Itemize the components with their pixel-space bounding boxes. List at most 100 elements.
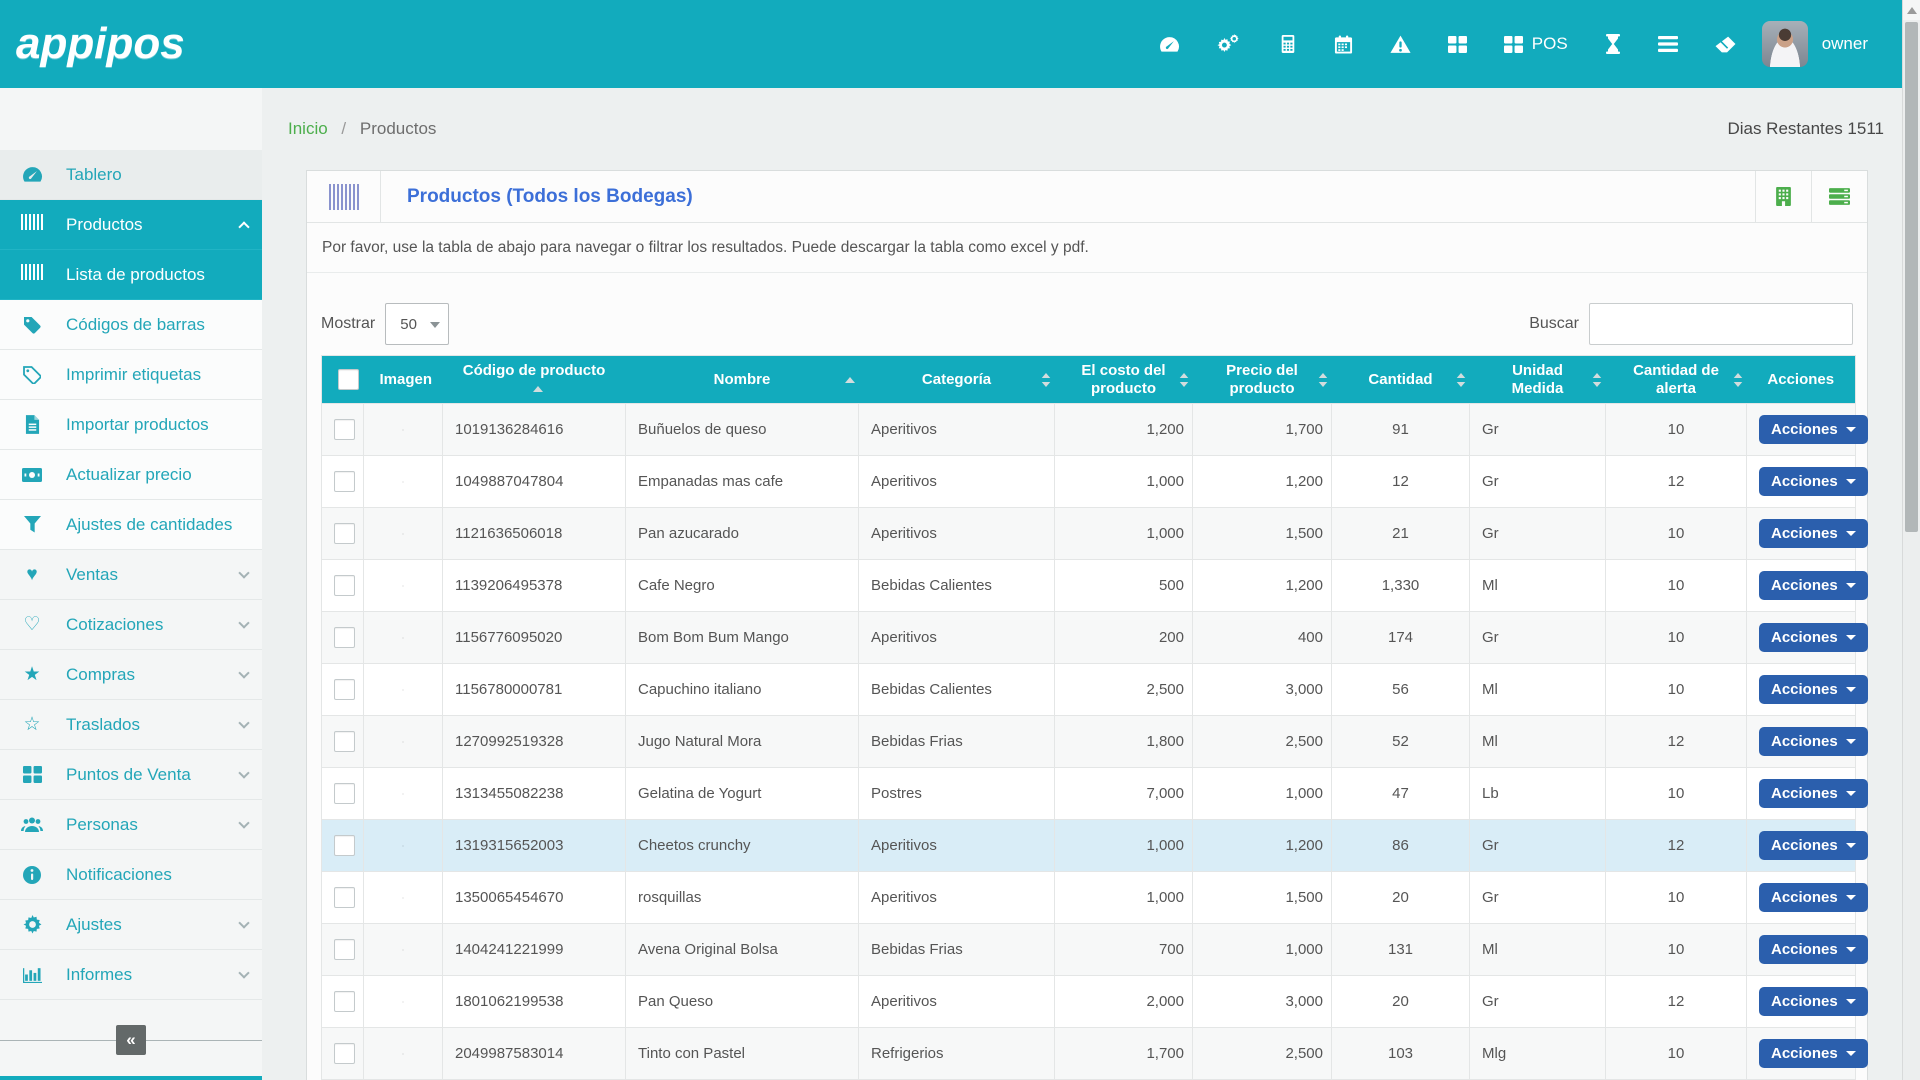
actions-button[interactable]: Acciones: [1759, 519, 1868, 548]
sidebar-item-ajustes[interactable]: Ajustes: [0, 900, 262, 950]
sidebar-icon-box: [18, 966, 46, 983]
nav-pos-grid-button[interactable]: POS: [1504, 34, 1568, 54]
row-checkbox[interactable]: [334, 471, 355, 492]
table-cell: Acciones: [1747, 612, 1856, 664]
col-header-unidad-medida[interactable]: Unidad Medida: [1470, 356, 1606, 404]
sidebar-icon-box: ♡: [18, 615, 46, 635]
product-category: Aperitivos: [859, 456, 1055, 508]
breadcrumb-home-link[interactable]: Inicio: [288, 119, 328, 138]
row-checkbox[interactable]: [334, 627, 355, 648]
sidebar-item-importar-productos[interactable]: Importar productos: [0, 400, 262, 450]
table-cell: Acciones: [1747, 404, 1856, 456]
sidebar-item-tablero[interactable]: Tablero: [0, 150, 262, 200]
actions-button[interactable]: Acciones: [1759, 831, 1868, 860]
actions-button[interactable]: Acciones: [1759, 623, 1868, 652]
product-name: Bom Bom Bum Mango: [626, 612, 859, 664]
product-cost: 1,800: [1055, 716, 1193, 768]
actions-button[interactable]: Acciones: [1759, 987, 1868, 1016]
actions-button[interactable]: Acciones: [1759, 415, 1868, 444]
sort-asc-icon: [533, 386, 543, 392]
chevron-down-icon: [1846, 999, 1856, 1004]
row-checkbox[interactable]: [334, 575, 355, 596]
nav-cogs-button[interactable]: [1217, 34, 1242, 55]
warning-icon: [1390, 35, 1411, 54]
col-header-categoria[interactable]: Categoría: [859, 356, 1055, 404]
nav-hourglass-button[interactable]: [1605, 34, 1621, 54]
barcode-icon: [21, 264, 43, 285]
sidebar-item-imprimir-etiquetas[interactable]: Imprimir etiquetas: [0, 350, 262, 400]
sidebar-item-compras[interactable]: ★Compras: [0, 650, 262, 700]
row-checkbox[interactable]: [334, 939, 355, 960]
col-header-el-costo-del-producto[interactable]: El costo del producto: [1055, 356, 1193, 404]
nav-list-button[interactable]: [1658, 36, 1678, 52]
table-cell: [364, 664, 443, 716]
product-category: Bebidas Calientes: [859, 664, 1055, 716]
nav-calendar-button[interactable]: [1334, 34, 1353, 54]
rows-button[interactable]: [1811, 171, 1867, 222]
nav-eraser-button[interactable]: [1715, 36, 1736, 53]
row-checkbox[interactable]: [334, 991, 355, 1012]
row-checkbox[interactable]: [334, 887, 355, 908]
nav-calculator-button[interactable]: [1279, 34, 1297, 54]
row-checkbox[interactable]: [334, 523, 355, 544]
sidebar-item-label: Productos: [66, 215, 240, 235]
col-header-cantidad-de-alerta[interactable]: Cantidad de alerta: [1606, 356, 1747, 404]
product-quantity: 52: [1332, 716, 1470, 768]
col-header-cantidad[interactable]: Cantidad: [1332, 356, 1470, 404]
sidebar-item-ventas[interactable]: ♥Ventas: [0, 550, 262, 600]
building-button[interactable]: [1755, 171, 1811, 222]
nav-warning-button[interactable]: [1390, 35, 1411, 54]
nav-dashboard-button[interactable]: [1159, 35, 1180, 54]
sidebar-item-cotizaciones[interactable]: ♡Cotizaciones: [0, 600, 262, 650]
col-header-precio-del-producto[interactable]: Precio del producto: [1193, 356, 1332, 404]
sidebar-item-traslados[interactable]: ☆Traslados: [0, 700, 262, 750]
breadcrumb-separator: /: [341, 119, 346, 138]
sidebar-item-puntos-de-venta[interactable]: Puntos de Venta: [0, 750, 262, 800]
col-header-codigo-de-producto[interactable]: Código de producto: [443, 356, 626, 404]
actions-button[interactable]: Acciones: [1759, 571, 1868, 600]
actions-button[interactable]: Acciones: [1759, 675, 1868, 704]
table-cell: [364, 560, 443, 612]
sidebar-item-label: Lista de productos: [66, 265, 248, 285]
col-header-nombre[interactable]: Nombre: [626, 356, 859, 404]
sidebar-item-ajustes-de-cantidades[interactable]: Ajustes de cantidades: [0, 500, 262, 550]
sidebar-item-personas[interactable]: Personas: [0, 800, 262, 850]
actions-button[interactable]: Acciones: [1759, 467, 1868, 496]
table-row: 1270992519328Jugo Natural MoraBebidas Fr…: [322, 716, 1856, 768]
building-icon: [1776, 187, 1791, 206]
col-header-acciones[interactable]: Acciones: [1747, 356, 1856, 404]
actions-button[interactable]: Acciones: [1759, 1039, 1868, 1068]
row-checkbox[interactable]: [334, 1043, 355, 1064]
product-alert-qty: 10: [1606, 924, 1747, 976]
row-checkbox[interactable]: [334, 679, 355, 700]
scrollbar-thumb[interactable]: [1905, 22, 1918, 532]
page-size-select[interactable]: 50: [385, 303, 449, 345]
table-cell: Acciones: [1747, 924, 1856, 976]
nav-grid-button[interactable]: [1448, 36, 1467, 53]
col-header-imagen[interactable]: Imagen: [364, 356, 443, 404]
actions-button[interactable]: Acciones: [1759, 883, 1868, 912]
row-checkbox[interactable]: [334, 731, 355, 752]
row-checkbox[interactable]: [334, 419, 355, 440]
sidebar-item-productos[interactable]: Productos: [0, 200, 262, 250]
actions-button[interactable]: Acciones: [1759, 727, 1868, 756]
scrollbar-up-arrow[interactable]: [1903, 0, 1920, 20]
select-all-checkbox[interactable]: [338, 369, 359, 390]
actions-button[interactable]: Acciones: [1759, 935, 1868, 964]
product-quantity: 86: [1332, 820, 1470, 872]
search-input[interactable]: [1589, 303, 1853, 345]
sidebar-item-codigos-de-barras[interactable]: Códigos de barras: [0, 300, 262, 350]
user-avatar[interactable]: [1762, 21, 1808, 67]
product-price: 1,200: [1193, 820, 1332, 872]
sidebar-collapse-button[interactable]: «: [116, 1025, 146, 1055]
sidebar-item-notificaciones[interactable]: Notificaciones: [0, 850, 262, 900]
sidebar-item-actualizar-precio[interactable]: Actualizar precio: [0, 450, 262, 500]
sidebar-item-informes[interactable]: Informes: [0, 950, 262, 1000]
product-cost: 1,000: [1055, 456, 1193, 508]
row-checkbox[interactable]: [334, 835, 355, 856]
row-checkbox[interactable]: [334, 783, 355, 804]
actions-button[interactable]: Acciones: [1759, 779, 1868, 808]
window-scrollbar[interactable]: [1902, 0, 1920, 1080]
panel-header: Productos (Todos los Bodegas): [307, 171, 1867, 223]
sidebar-item-lista-de-productos[interactable]: Lista de productos: [0, 250, 262, 300]
